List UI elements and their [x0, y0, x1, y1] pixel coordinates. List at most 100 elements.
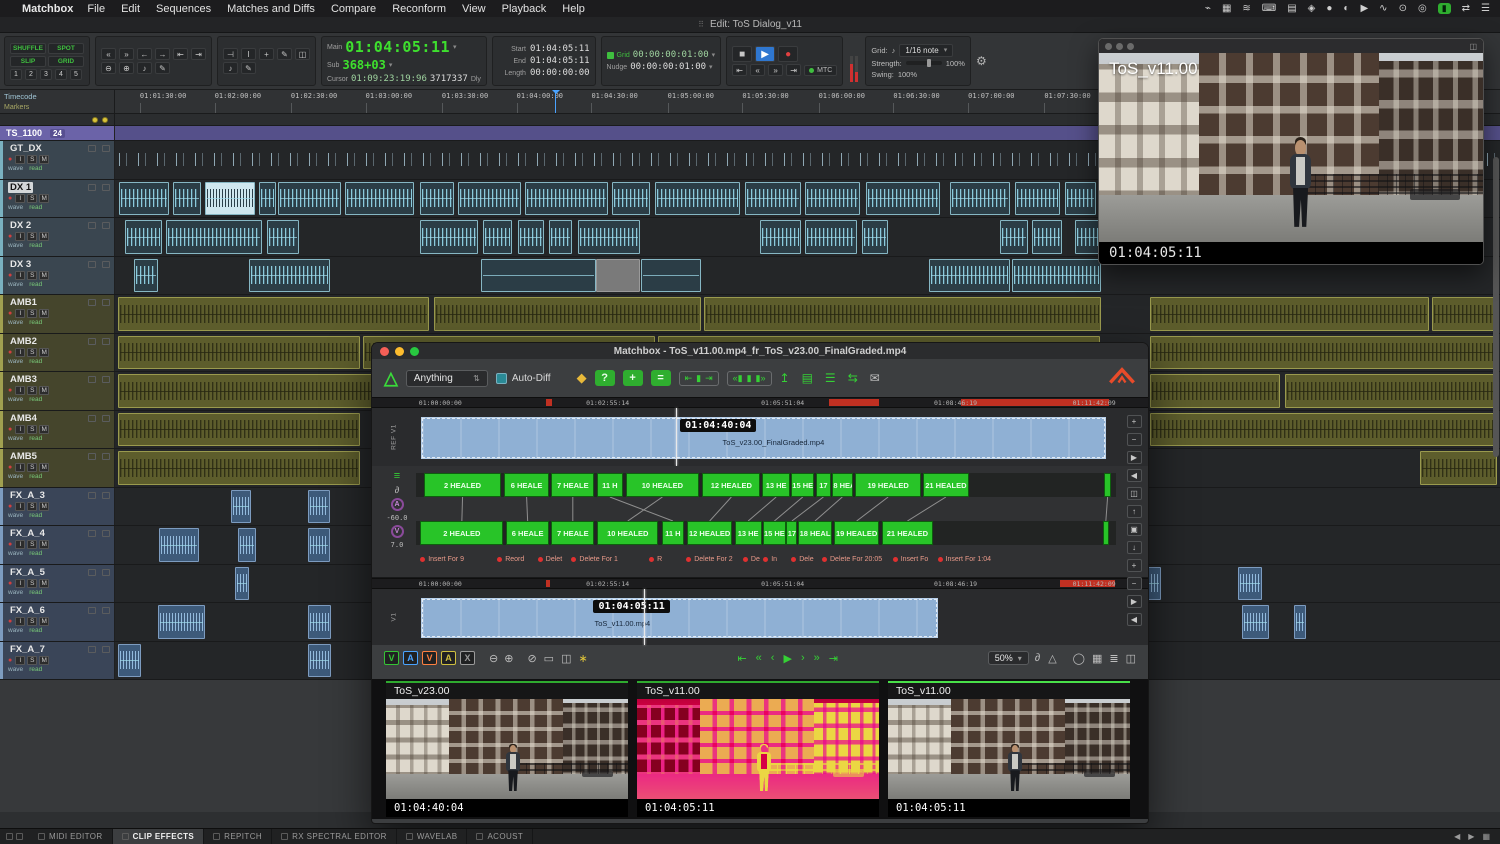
- audio-clip[interactable]: [158, 605, 205, 639]
- audio-clip[interactable]: [929, 259, 1009, 293]
- track-view-icon[interactable]: [88, 145, 96, 152]
- window-tab[interactable]: CLIP EFFECTS: [113, 829, 205, 844]
- match-nav-group[interactable]: ⇤▮⇥: [679, 371, 719, 386]
- audio-clip[interactable]: [655, 182, 739, 216]
- layer-toggle-button[interactable]: A: [441, 651, 456, 665]
- track-view-selector[interactable]: wave: [8, 666, 23, 673]
- automation-mode-selector[interactable]: read: [29, 666, 42, 673]
- diff-annotation[interactable]: Delete For 1: [571, 556, 618, 563]
- matchbox-transport-button[interactable]: »: [814, 652, 820, 665]
- input-monitor-button[interactable]: I: [15, 194, 25, 203]
- healed-segment[interactable]: 12 HEALED: [687, 521, 733, 545]
- automation-mode-selector[interactable]: read: [29, 512, 42, 519]
- mute-button[interactable]: M: [39, 194, 49, 203]
- zoom-preset-button[interactable]: 2: [25, 69, 37, 80]
- audio-clip[interactable]: [238, 528, 256, 562]
- side-control-button[interactable]: ◀: [1127, 469, 1142, 482]
- solo-button[interactable]: S: [27, 656, 37, 665]
- healed-segment[interactable]: 10 HEALED: [597, 521, 658, 545]
- menubar-status-icon[interactable]: ▮: [1438, 3, 1451, 14]
- automation-mode-selector[interactable]: read: [29, 319, 42, 326]
- track-view-icon[interactable]: [88, 646, 96, 653]
- transport-button[interactable]: ⇤: [173, 48, 188, 60]
- diff-annotation[interactable]: Insert Fo: [893, 556, 929, 563]
- track-header[interactable]: FX_A_4 ● I S M wave read: [0, 526, 115, 564]
- audio-clip[interactable]: [578, 220, 640, 254]
- menubar-app-name[interactable]: Matchbox: [22, 3, 73, 15]
- menubar-status-icon[interactable]: ∿: [1379, 3, 1387, 14]
- automation-mode-selector[interactable]: read: [29, 204, 42, 211]
- record-enable-button[interactable]: ●: [8, 272, 12, 279]
- zoom-preset-button[interactable]: 4: [55, 69, 67, 80]
- audio-clip[interactable]: [481, 259, 596, 293]
- healed-segment[interactable]: 15 HE: [763, 521, 785, 545]
- toolbar-icon[interactable]: ↥: [780, 371, 790, 385]
- record-button[interactable]: ●: [778, 46, 798, 62]
- menubar-status-icon[interactable]: ▤: [1287, 3, 1296, 14]
- edit-option-icon[interactable]: ∗: [578, 652, 587, 665]
- record-enable-button[interactable]: ●: [8, 156, 12, 163]
- solo-button[interactable]: S: [27, 463, 37, 472]
- help-button[interactable]: ?: [595, 370, 615, 386]
- track-view-selector[interactable]: wave: [8, 435, 23, 442]
- menu-item[interactable]: Edit: [121, 3, 140, 15]
- menubar-status-icon[interactable]: ▶: [1360, 3, 1368, 14]
- solo-button[interactable]: S: [27, 348, 37, 357]
- solo-button[interactable]: S: [27, 540, 37, 549]
- speaker-icon[interactable]: ♪: [223, 62, 238, 74]
- track-options-icon[interactable]: [102, 646, 110, 653]
- audio-clip[interactable]: [119, 182, 169, 216]
- input-monitor-button[interactable]: I: [15, 232, 25, 241]
- audio-clip[interactable]: [483, 220, 512, 254]
- timecode-ruler-label[interactable]: Timecode: [4, 92, 110, 101]
- solo-button[interactable]: S: [27, 579, 37, 588]
- side-control-button[interactable]: ↑: [1127, 505, 1142, 518]
- add-match-button[interactable]: +: [623, 370, 643, 386]
- track-header[interactable]: DX 1 ● I S M wave read: [0, 180, 115, 218]
- automation-mode-selector[interactable]: read: [29, 473, 42, 480]
- edit-tool-button[interactable]: I: [241, 48, 256, 60]
- layer-toggle-button[interactable]: V: [384, 651, 399, 665]
- window-tab[interactable]: ACOUST: [467, 829, 533, 844]
- grid-value[interactable]: 00:00:00:01:00: [633, 50, 709, 60]
- audio-clip[interactable]: [118, 451, 360, 485]
- current-playhead[interactable]: [644, 589, 645, 645]
- healed-segment[interactable]: 18 HEAL: [798, 521, 832, 545]
- input-monitor-button[interactable]: I: [15, 502, 25, 511]
- mtc-button[interactable]: MTC: [804, 65, 837, 76]
- healed-segment[interactable]: 17: [786, 521, 797, 545]
- track-view-selector[interactable]: wave: [8, 589, 23, 596]
- edit-mode-button[interactable]: GRID: [48, 56, 84, 67]
- matchbox-transport-button[interactable]: ▶: [783, 652, 791, 665]
- audio-clip[interactable]: [231, 490, 250, 524]
- diff-annotation[interactable]: Reord: [497, 556, 524, 563]
- return-to-start-button[interactable]: ⇤: [732, 64, 747, 76]
- healed-segment[interactable]: [1103, 521, 1109, 545]
- zoom-icon[interactable]: [1127, 43, 1134, 50]
- track-view-icon[interactable]: [88, 415, 96, 422]
- record-enable-button[interactable]: ●: [8, 464, 12, 471]
- healed-segment[interactable]: 13 HE: [762, 473, 791, 497]
- main-counter-value[interactable]: 01:04:05:11: [345, 38, 450, 56]
- diff-annotation[interactable]: Delete For 20:05: [822, 556, 882, 563]
- menubar-status-icon[interactable]: ⌨: [1262, 3, 1276, 14]
- side-control-button[interactable]: ▶: [1127, 595, 1142, 608]
- edit-tool-button[interactable]: ◫: [295, 48, 310, 60]
- track-view-selector[interactable]: wave: [8, 627, 23, 634]
- automation-mode-selector[interactable]: read: [29, 550, 42, 557]
- side-control-button[interactable]: ◫: [1127, 487, 1142, 500]
- chevron-down-icon[interactable]: ▾: [389, 61, 393, 69]
- mute-button[interactable]: M: [39, 463, 49, 472]
- video-thumbnail[interactable]: ToS_v23.00 01:04:40:04: [386, 681, 628, 817]
- healed-segment[interactable]: 12 HEALED: [702, 473, 760, 497]
- transport-button[interactable]: ⇥: [191, 48, 206, 60]
- window-tab[interactable]: MIDI EDITOR: [29, 829, 113, 844]
- solo-button[interactable]: S: [27, 309, 37, 318]
- audio-clip[interactable]: [345, 182, 414, 216]
- audio-clip[interactable]: [1150, 297, 1430, 331]
- healed-segment[interactable]: 18 HEA: [832, 473, 853, 497]
- track-name[interactable]: AMB2: [8, 336, 39, 347]
- mute-button[interactable]: M: [39, 309, 49, 318]
- healed-segment[interactable]: 13 HE: [735, 521, 762, 545]
- track-options-icon[interactable]: [102, 415, 110, 422]
